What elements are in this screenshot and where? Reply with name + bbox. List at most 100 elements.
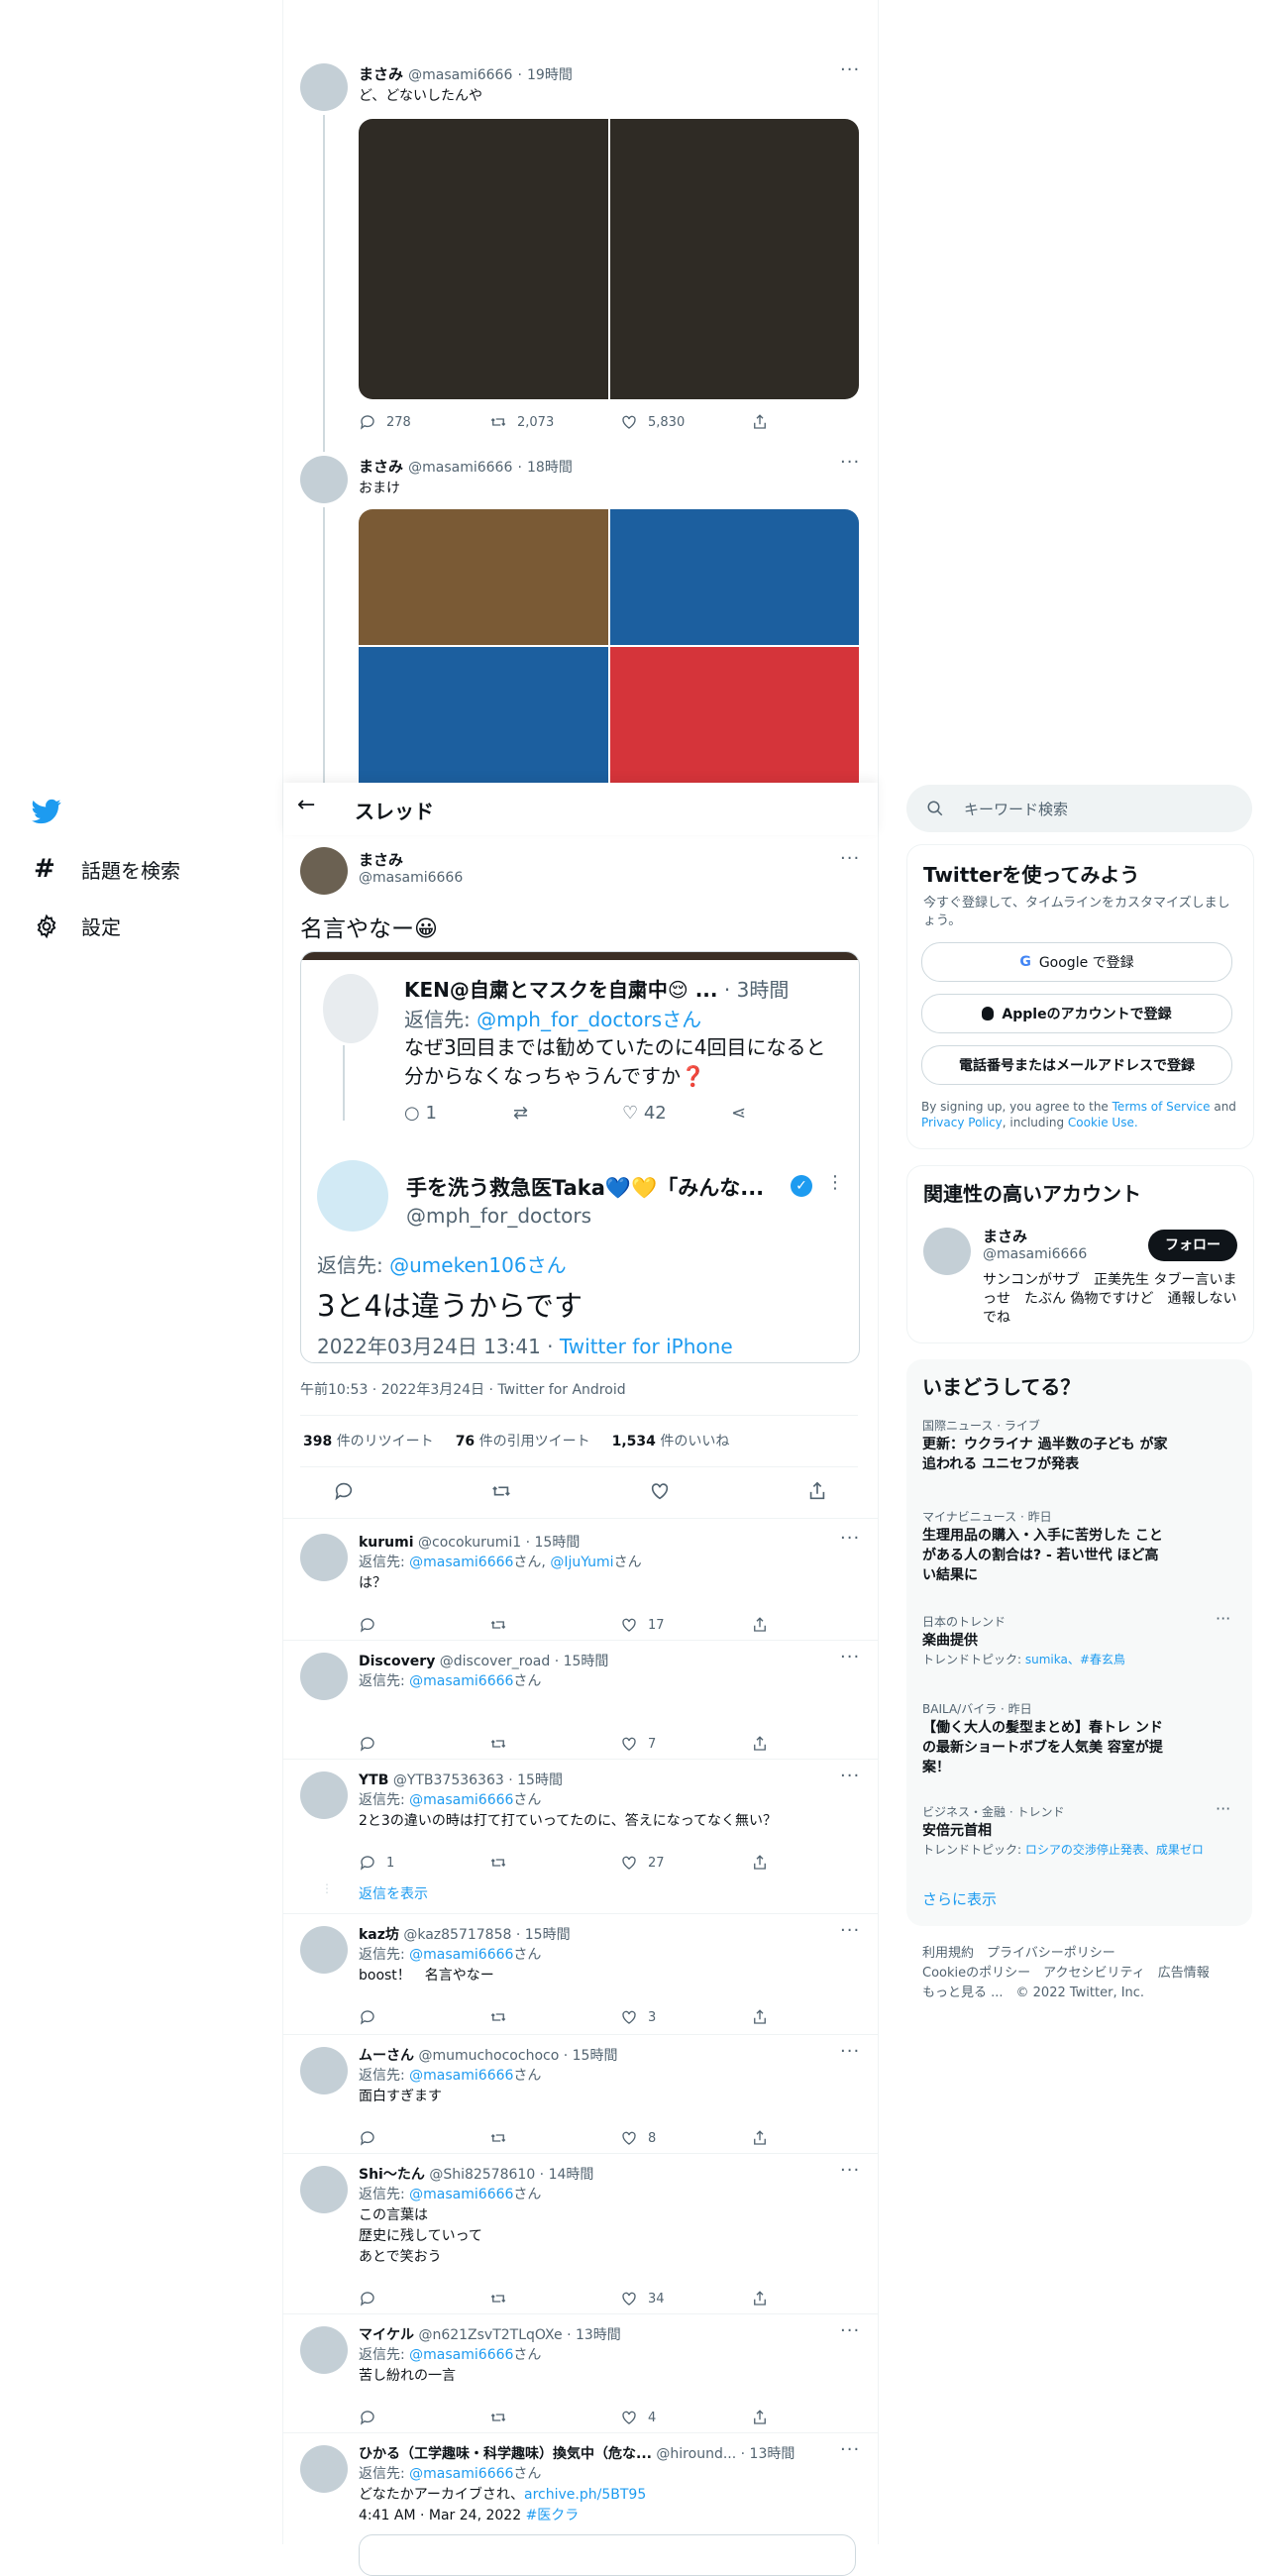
reply-to-link[interactable]: @masami6666 (409, 2068, 513, 2084)
tweet-media[interactable] (359, 119, 859, 399)
tweet-time[interactable]: 18時間 (527, 460, 573, 476)
reply-to-link[interactable]: @masami6666 (409, 2466, 513, 2482)
terms-link[interactable]: Terms of Service (1113, 1100, 1211, 1114)
quoted-card[interactable] (359, 2534, 856, 2576)
google-signup-button[interactable]: G Google で登録 (921, 942, 1232, 982)
trend-topic-link[interactable]: sumika、#春玄鳥 (1025, 1653, 1125, 1666)
tweet-media[interactable]: KEN@自粛とマスクを自粛中😌 ... · 3時間 返信先: @mph_for_… (300, 951, 860, 1363)
media-image[interactable] (609, 119, 859, 399)
reply-button[interactable] (359, 2290, 489, 2308)
avatar[interactable] (300, 2047, 348, 2094)
retweet-button[interactable] (489, 2008, 620, 2026)
tweet-time[interactable]: 15時間 (535, 1535, 581, 1551)
author-name[interactable]: Shi〜たん (359, 2167, 425, 2183)
reply-button[interactable] (359, 2008, 489, 2026)
reply-button[interactable] (359, 2409, 489, 2426)
tweet-media[interactable] (359, 509, 859, 783)
reply-icon[interactable] (333, 1480, 355, 1502)
retweet-button[interactable] (489, 1854, 620, 1872)
tweet-time[interactable]: 14時間 (549, 2167, 594, 2183)
author-handle[interactable]: @discover_road (440, 1654, 550, 1669)
tweet-time[interactable]: 13時間 (750, 2446, 795, 2462)
share-icon[interactable] (806, 1480, 828, 1502)
avatar[interactable] (300, 1653, 348, 1700)
share-button[interactable] (751, 1735, 882, 1753)
tweet-timestamp[interactable]: 午前10:53 · 2022年3月24日 · Twitter for Andro… (300, 1379, 626, 1399)
retweet-icon[interactable] (490, 1480, 512, 1502)
reply-to-link[interactable]: @masami6666 (409, 1673, 513, 1689)
show-replies-link[interactable]: 返信を表示 (359, 1883, 428, 1903)
author-handle[interactable]: @Shi82578610 (429, 2167, 535, 2183)
share-button[interactable] (751, 2129, 882, 2147)
quote-stat[interactable]: 76 件の引用ツイート (456, 1431, 590, 1450)
like-button[interactable]: 27 (620, 1854, 751, 1872)
more-icon[interactable]: ··· (840, 848, 860, 869)
tweet-time[interactable]: 15時間 (517, 1772, 563, 1788)
share-button[interactable] (751, 1616, 882, 1634)
author-name[interactable]: ひかる（工学趣味・科学趣味）換気中（危な... (359, 2446, 652, 2462)
tweet-time[interactable]: 13時間 (576, 2327, 621, 2343)
share-button[interactable] (751, 413, 882, 431)
media-image[interactable] (609, 509, 859, 645)
hashtag-link[interactable]: #医クラ (526, 2508, 580, 2523)
media-image[interactable] (609, 647, 859, 783)
media-image[interactable] (359, 509, 608, 645)
phone-signup-button[interactable]: 電話番号またはメールアドレスで登録 (921, 1045, 1232, 1085)
nav-explore[interactable]: # 話題を検索 (34, 854, 180, 884)
share-button[interactable] (751, 2290, 882, 2308)
account-name[interactable]: まさみ (983, 1226, 1087, 1246)
heart-icon[interactable] (649, 1480, 671, 1502)
share-button[interactable] (751, 2409, 882, 2426)
trend-item[interactable]: マイナビニュース · 昨日 生理用品の購入・入手に苦労した ことがある人の割合は?… (922, 1508, 1239, 1585)
cookie-link[interactable]: Cookie Use. (1068, 1116, 1138, 1129)
reply-to-link[interactable]: @IjuYumi (550, 1555, 613, 1570)
trend-item[interactable]: 日本のトレンド 楽曲提供 トレンドトピック: sumika、#春玄鳥 ··· (922, 1609, 1239, 1668)
avatar[interactable] (300, 1926, 348, 1974)
avatar[interactable] (300, 847, 348, 895)
trend-item[interactable]: ビジネス・金融 · トレンド 安倍元首相 トレンドトピック: ロシアの交渉停止発表、… (922, 1799, 1239, 1859)
media-image[interactable] (359, 647, 608, 783)
nav-settings[interactable]: 設定 (34, 912, 121, 940)
reply-to-link[interactable]: @masami6666 (409, 1947, 513, 1963)
author-handle[interactable]: @masami6666 (359, 870, 463, 886)
avatar[interactable] (300, 63, 348, 111)
like-button[interactable]: 17 (620, 1616, 751, 1634)
more-icon[interactable]: ··· (840, 59, 860, 80)
footer-line[interactable]: 利用規約 プライバシーポリシー (922, 1944, 1239, 1964)
author-name[interactable]: まさみ (359, 849, 463, 870)
avatar[interactable] (300, 2445, 348, 2493)
media-image[interactable] (359, 119, 608, 399)
apple-signup-button[interactable]: Appleのアカウントで登録 (921, 994, 1232, 1033)
back-arrow-icon[interactable]: ← (297, 793, 315, 817)
reply-button[interactable]: 278 (359, 413, 489, 431)
avatar[interactable] (923, 1228, 971, 1275)
more-icon[interactable]: ··· (840, 452, 860, 473)
author-handle[interactable]: @cocokurumi1 (418, 1535, 521, 1551)
avatar[interactable] (300, 456, 348, 503)
avatar[interactable] (300, 2326, 348, 2374)
author-name[interactable]: kurumi (359, 1535, 414, 1551)
like-button[interactable]: 5,830 (620, 413, 751, 431)
author-handle[interactable]: @YTB37536363 (393, 1772, 504, 1788)
author-handle[interactable]: @kaz85717858 (403, 1927, 511, 1943)
retweet-button[interactable] (489, 1616, 620, 1634)
author-handle[interactable]: @mumuchocochoco (418, 2048, 559, 2064)
avatar[interactable] (300, 1771, 348, 1819)
avatar[interactable] (300, 2166, 348, 2213)
account-handle[interactable]: @masami6666 (983, 1246, 1087, 1262)
reply-to-link[interactable]: @masami6666 (409, 2347, 513, 2363)
retweet-button[interactable] (489, 2409, 620, 2426)
share-button[interactable] (751, 2008, 882, 2026)
like-button[interactable]: 8 (620, 2129, 751, 2147)
author-handle[interactable]: @hiround... (656, 2446, 736, 2462)
follow-button[interactable]: フォロー (1148, 1230, 1237, 1261)
tweet-time[interactable]: 15時間 (564, 1654, 609, 1669)
tweet-time[interactable]: 19時間 (527, 67, 573, 83)
trend-item[interactable]: 国際ニュース · ライブ 更新：ウクライナ 過半数の子ども が家追われる ユニセフ… (922, 1417, 1239, 1474)
retweet-stat[interactable]: 398 件のリツイート (303, 1431, 434, 1450)
footer-line[interactable]: Cookieのポリシー アクセシビリティ 広告情報 (922, 1964, 1239, 1984)
like-button[interactable]: 34 (620, 2290, 751, 2308)
retweet-button[interactable] (489, 1735, 620, 1753)
footer-line[interactable]: もっと見る ... © 2022 Twitter, Inc. (922, 1984, 1239, 2003)
reply-button[interactable] (359, 1735, 489, 1753)
